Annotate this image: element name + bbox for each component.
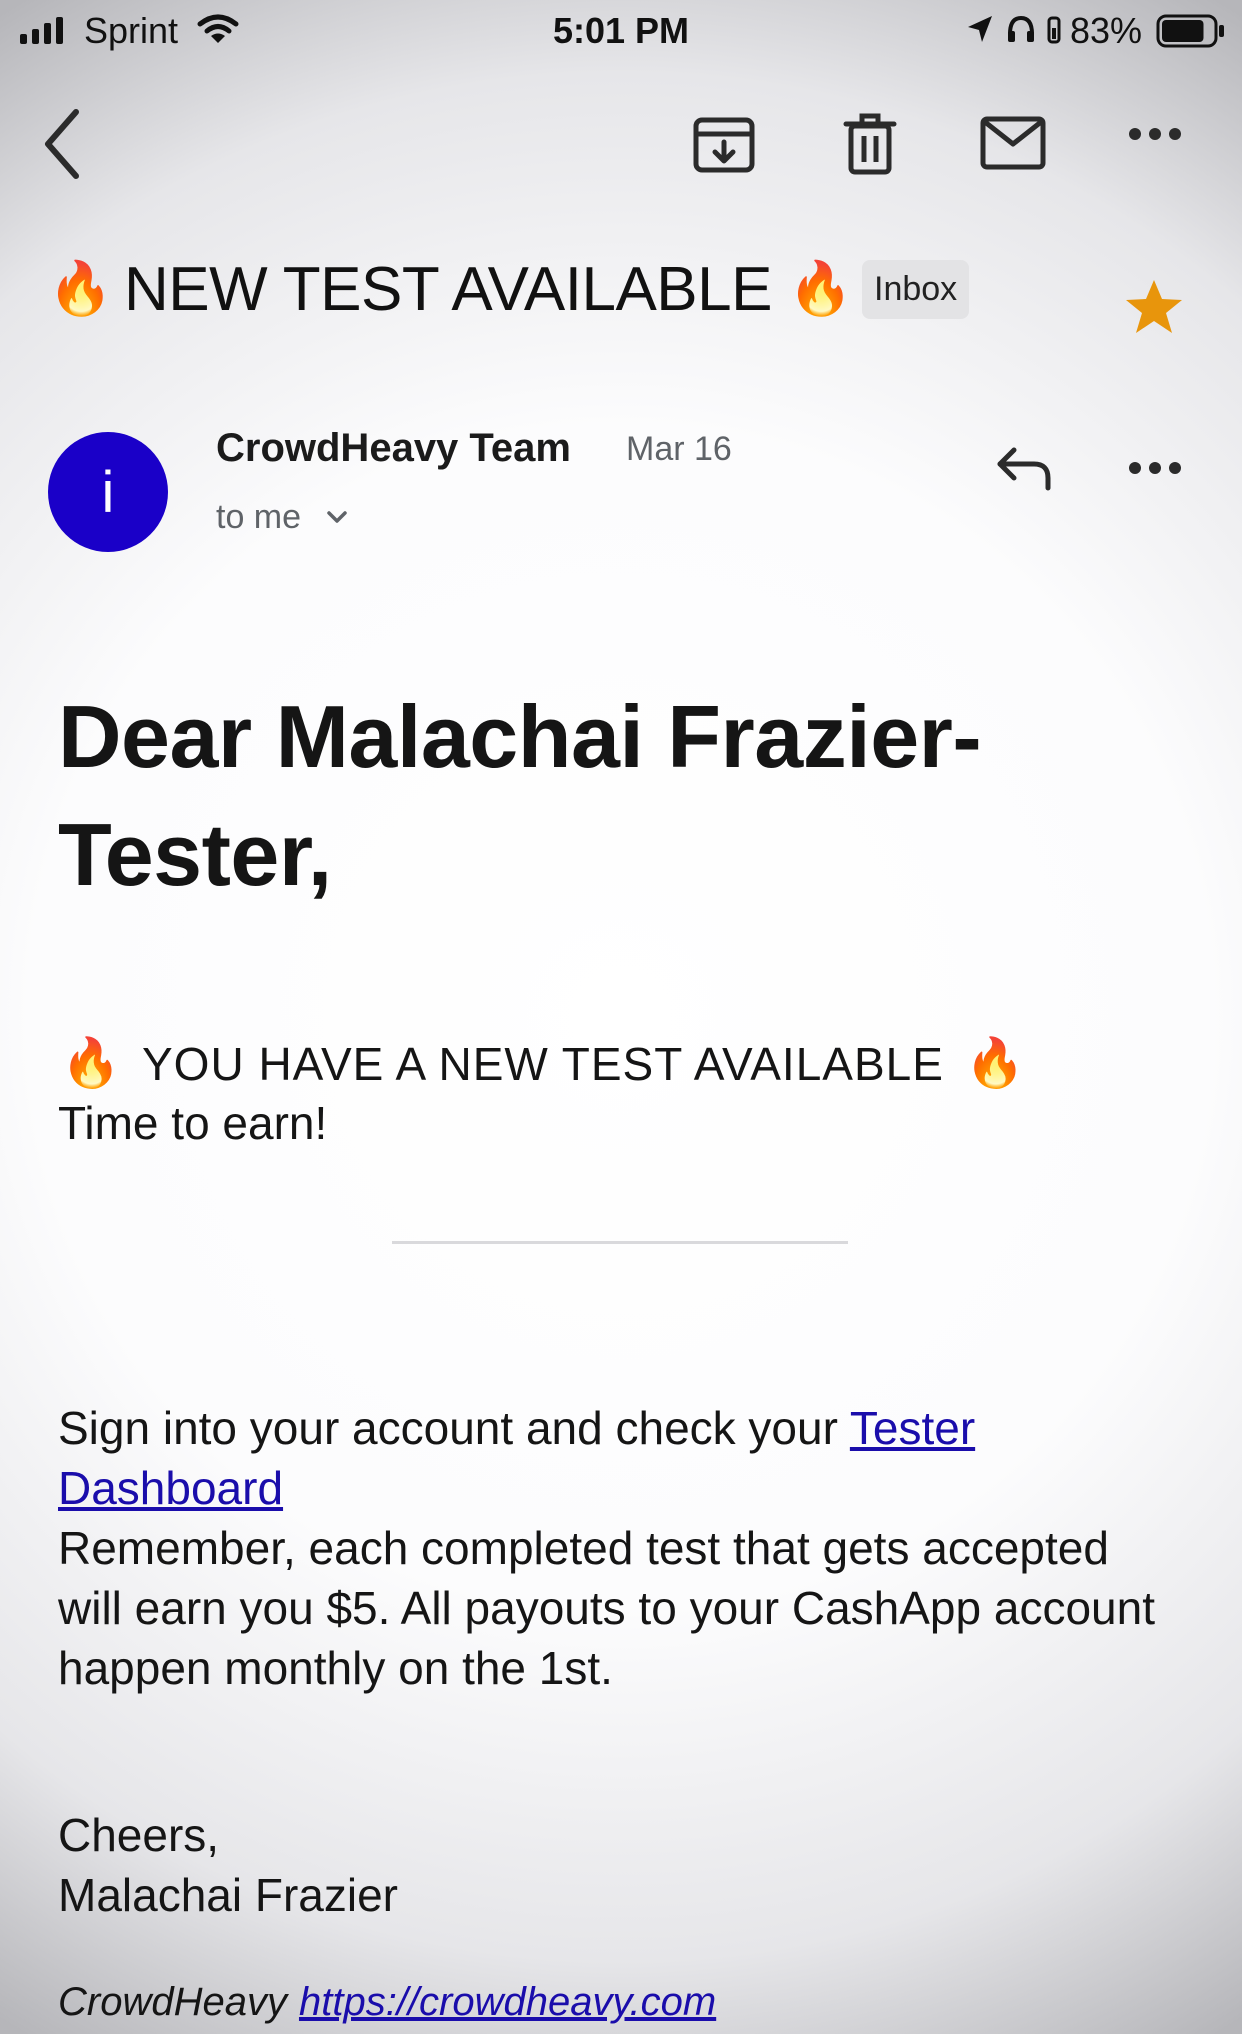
- reminder-text: Remember, each completed test that gets …: [58, 1522, 1155, 1694]
- divider: [392, 1241, 848, 1244]
- battery-percent: 83%: [1070, 10, 1143, 51]
- email-date: Mar 16: [626, 430, 732, 468]
- location-icon: [968, 16, 992, 42]
- instruction-text: Sign into your account and check your: [58, 1402, 850, 1454]
- message-more-icon[interactable]: [1128, 460, 1182, 476]
- lock-icon: [1047, 16, 1061, 44]
- headphone-icon: [1008, 15, 1034, 42]
- reply-icon[interactable]: [996, 444, 1054, 492]
- email-greeting: Dear Malachai Frazier-Tester,: [58, 687, 982, 904]
- crowdheavy-link[interactable]: https://crowdheavy.com: [299, 1980, 716, 2024]
- star-icon[interactable]: [1124, 278, 1184, 336]
- email-footer: CrowdHeavy https://crowdheavy.com: [58, 1980, 716, 2025]
- subject-text: NEW TEST AVAILABLE: [124, 254, 773, 324]
- signoff: Cheers,: [58, 1809, 220, 1861]
- inbox-label[interactable]: Inbox: [862, 259, 970, 319]
- chevron-down-icon[interactable]: [326, 510, 348, 524]
- more-icon[interactable]: [1128, 126, 1182, 142]
- archive-icon[interactable]: [692, 112, 756, 176]
- announcement-text: YOU HAVE A NEW TEST AVAILABLE: [142, 1038, 944, 1090]
- email-subject: 🔥 NEW TEST AVAILABLE 🔥 Inbox: [48, 244, 970, 334]
- announcement: 🔥 YOU HAVE A NEW TEST AVAILABLE 🔥: [58, 1032, 1028, 1096]
- fire-emoji: 🔥: [965, 1037, 1025, 1090]
- sender-name: CrowdHeavy Team: [216, 426, 571, 470]
- signature-name: Malachai Frazier: [58, 1869, 398, 1921]
- fire-emoji: 🔥: [788, 260, 853, 318]
- earn-line: Time to earn!: [58, 1097, 328, 1149]
- fire-emoji: 🔥: [48, 260, 113, 318]
- email-body-paragraph: Sign into your account and check your Te…: [58, 1398, 1178, 1698]
- back-icon[interactable]: [40, 104, 88, 184]
- fire-emoji: 🔥: [61, 1037, 121, 1090]
- sender-avatar: i: [48, 432, 168, 552]
- recipient-toggle[interactable]: to me: [216, 498, 301, 537]
- delete-icon[interactable]: [842, 112, 898, 176]
- mail-icon[interactable]: [980, 116, 1046, 170]
- status-bar: Sprint 5:01 PM 83%: [0, 0, 1242, 64]
- footer-brand: CrowdHeavy: [58, 1980, 287, 2024]
- battery-icon: [1156, 14, 1224, 48]
